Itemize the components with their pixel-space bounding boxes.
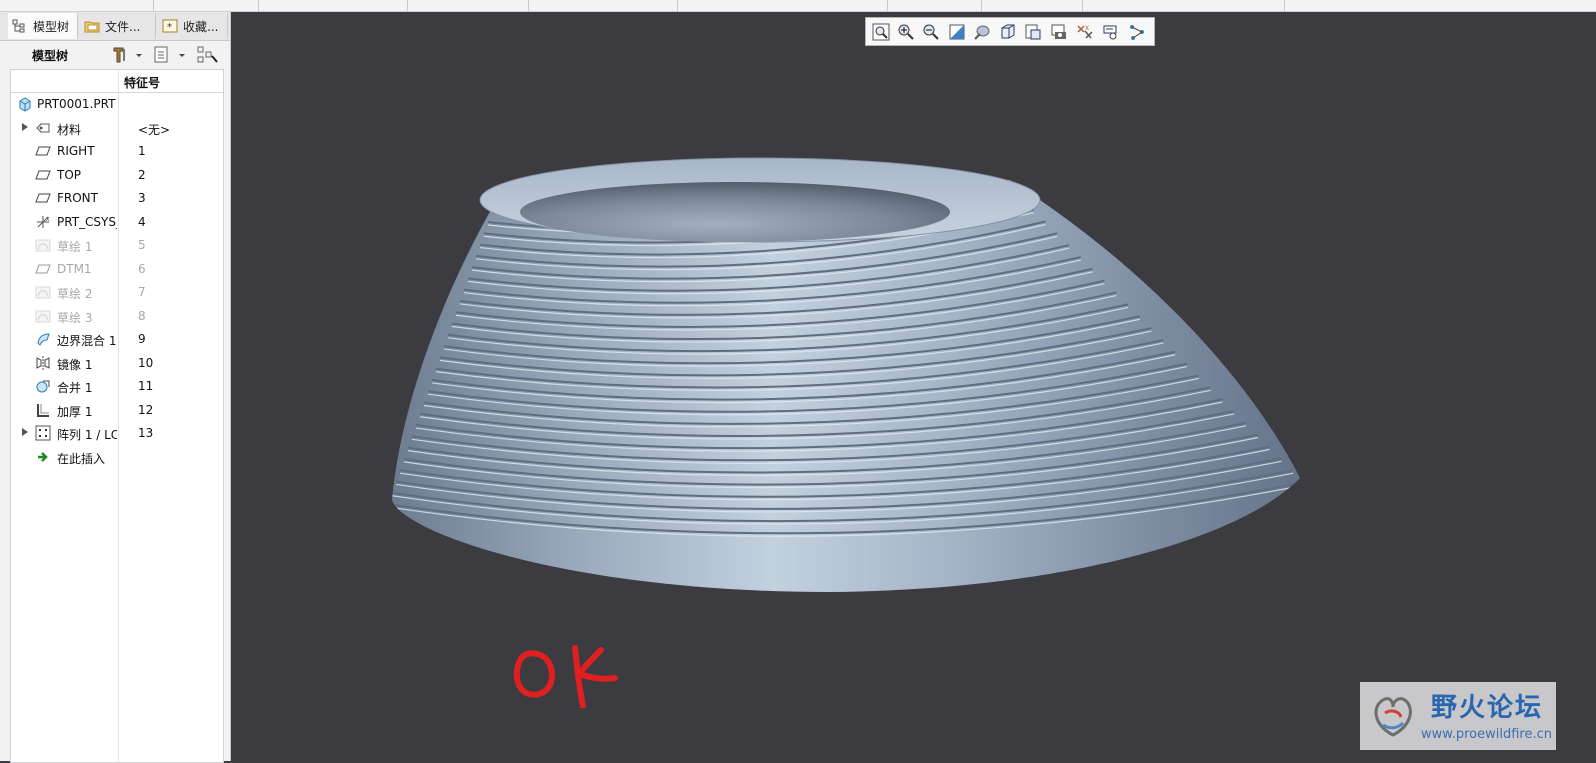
svg-text:*: *	[167, 22, 172, 33]
tree-row-label: RIGHT	[57, 144, 95, 158]
tab-favorites[interactable]: * 收藏...	[158, 13, 228, 39]
tree-row-label: 材料	[57, 122, 82, 137]
tab-folder-browser[interactable]: 文件...	[80, 13, 156, 39]
tree-row-material[interactable]: 材料 <无>	[11, 118, 223, 138]
tree-row-label: 草绘 3	[57, 310, 93, 325]
sketch-icon	[35, 239, 51, 252]
csys-icon: X	[37, 215, 50, 228]
tree-row-feature-id: 10	[138, 355, 154, 370]
graphics-window[interactable]	[230, 0, 1596, 761]
datum-plane-icon	[35, 146, 51, 156]
model-tree-icon	[12, 19, 25, 33]
tree-row-label: 边界混合 1	[57, 334, 117, 348]
tree-row-feature-id: 12	[138, 402, 154, 417]
tree-header: 特征号	[11, 70, 223, 93]
tree-row-feature-id: 2	[138, 167, 146, 182]
tab-label: 模型树	[33, 19, 70, 34]
tree-row-csys[interactable]: X PRT_CSYS_ 4	[11, 212, 223, 232]
tab-model-tree[interactable]: 模型树	[8, 13, 78, 39]
tree-row-label: 镜像 1	[57, 357, 93, 372]
tree-row-label: PRT0001.PRT	[37, 97, 116, 111]
merge-icon	[36, 380, 50, 393]
tree-row-feature-id: <无>	[138, 122, 171, 137]
tree-row-feature-id: 3	[138, 191, 146, 205]
tree-row-label: 草绘 2	[57, 287, 93, 301]
watermark-url: www.proewildfire.cn	[1421, 727, 1552, 742]
tree-row-part[interactable]: PRT0001.PRT	[11, 94, 223, 114]
tree-row-sketch-2[interactable]: 草绘 2 7	[11, 282, 223, 302]
tree-row-top[interactable]: TOP 2	[11, 165, 223, 185]
tree-row-thicken-1[interactable]: 加厚 1 12	[11, 400, 223, 420]
tree-row-label: FRONT	[57, 191, 98, 205]
annotation-text: OK	[505, 628, 506, 629]
forum-logo-icon	[1374, 697, 1412, 737]
tree-row-label: 合并 1	[57, 381, 93, 395]
tree-row-feature-id: 11	[138, 379, 154, 393]
filter-icon[interactable]	[197, 46, 219, 64]
folder-icon	[84, 21, 100, 33]
tree-row-feature-id: 7	[138, 285, 146, 299]
tree-row-feature-id: 8	[138, 308, 146, 323]
tree-row-label: 在此插入	[57, 451, 106, 466]
part-icon	[19, 97, 31, 112]
svg-text:X: X	[46, 217, 50, 223]
tree-row-insert-here[interactable]: 在此插入	[11, 447, 223, 467]
column-header-feature-id[interactable]: 特征号	[124, 74, 160, 91]
tree-row-label: 加厚 1	[57, 404, 93, 419]
favorites-icon: *	[162, 19, 178, 33]
thicken-icon	[37, 403, 49, 417]
model-tree: 特征号 PRT0001.PRT 材料 <无> RIGHT 1 TOP 2 FRONT 3 X PRT…	[10, 69, 224, 763]
tree-row-sketch-3[interactable]: 草绘 3 8	[11, 306, 223, 326]
tree-row-feature-id: 4	[138, 214, 146, 229]
tree-row-label: 草绘 1	[57, 240, 93, 254]
settings-icon[interactable]	[111, 46, 143, 64]
tree-row-label: DTM1	[57, 261, 92, 276]
insert-here-icon	[38, 451, 48, 462]
tree-row-right[interactable]: RIGHT 1	[11, 141, 223, 161]
datum-plane-icon	[35, 264, 51, 273]
boundary-blend-icon	[37, 333, 50, 346]
expand-arrow-icon[interactable]	[22, 428, 28, 436]
annotation-ok: OK	[505, 628, 625, 709]
navigator-panel: 模型树 文件... * 收藏... 模型树 特征号 PRT0001.PRT 材料 <…	[0, 12, 231, 763]
tree-row-label: PRT_CSYS_	[57, 214, 117, 229]
navigator-tabs: 模型树 文件... * 收藏...	[0, 12, 230, 41]
datum-plane-icon	[35, 193, 51, 203]
shell-model[interactable]	[388, 157, 1305, 592]
tree-row-front[interactable]: FRONT 3	[11, 188, 223, 208]
tree-row-pattern-1[interactable]: 阵列 1 / LC 13	[11, 423, 223, 443]
sketch-icon	[35, 310, 51, 322]
show-icon[interactable]	[152, 46, 188, 64]
handwritten-ok-mark	[513, 645, 618, 709]
mirror-icon	[36, 355, 50, 370]
tree-row-label: 阵列 1 / LC	[57, 428, 117, 442]
tree-row-feature-id: 6	[138, 261, 146, 276]
tab-label: 收藏...	[183, 19, 219, 34]
tree-row-feature-id: 5	[138, 238, 146, 252]
tree-row-feature-id: 1	[138, 144, 146, 158]
tree-row-feature-id: 9	[138, 332, 146, 346]
watermark: 野火论坛 www.proewildfire.cn	[1360, 682, 1556, 750]
expand-arrow-icon[interactable]	[22, 122, 28, 131]
tree-row-feature-id: 13	[138, 426, 154, 440]
tree-row-dtm1[interactable]: DTM1 6	[11, 259, 223, 279]
sketch-icon	[35, 286, 51, 299]
tree-row-merge-1[interactable]: 合并 1 11	[11, 376, 223, 396]
watermark-title: 野火论坛	[1431, 693, 1544, 723]
tree-row-sketch-1[interactable]: 草绘 1 5	[11, 235, 223, 255]
datum-plane-icon	[35, 170, 51, 179]
tree-row-mirror-1[interactable]: 镜像 1 10	[11, 353, 223, 373]
pattern-icon	[35, 425, 51, 441]
tree-row-label: TOP	[57, 167, 82, 182]
material-icon	[36, 123, 50, 132]
model-tree-title: 模型树	[32, 49, 69, 63]
tab-label: 文件...	[105, 19, 141, 34]
model-tree-toolbar: 模型树	[0, 41, 230, 69]
tree-row-boundary-blend-1[interactable]: 边界混合 1 9	[11, 329, 223, 349]
